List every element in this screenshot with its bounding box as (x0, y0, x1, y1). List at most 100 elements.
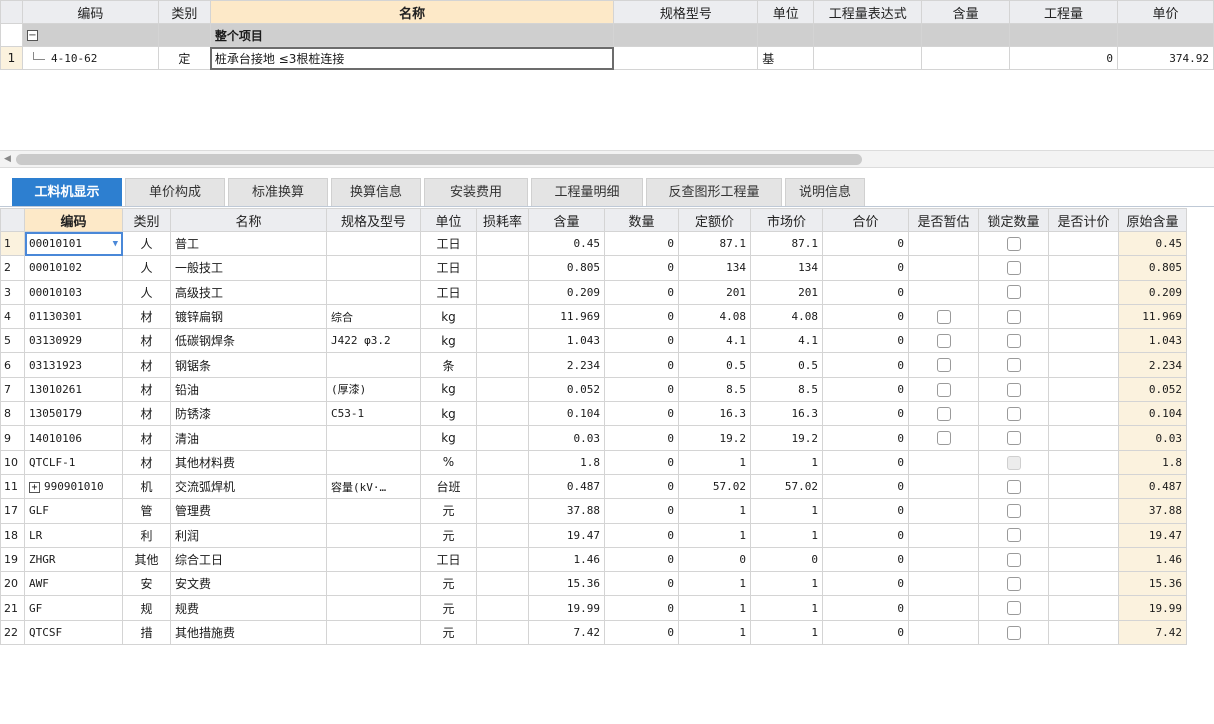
cell-quota[interactable]: 4.1 (678, 328, 751, 354)
cell-loss[interactable] (476, 279, 529, 305)
cell-content[interactable]: 7.42 (528, 619, 605, 646)
cell-original-content[interactable]: 0.209 (1118, 279, 1187, 305)
cell-loss[interactable] (476, 401, 529, 427)
cell-market[interactable]: 19.2 (750, 425, 823, 451)
cell-code[interactable]: 13010261 (24, 376, 123, 403)
cell-qty[interactable]: 0 (604, 401, 679, 427)
cell-original-content[interactable]: 11.969 (1118, 303, 1187, 330)
cell-unit[interactable]: kg (420, 376, 477, 403)
lock-quantity-checkbox[interactable] (1006, 334, 1021, 349)
cell-name[interactable]: 防锈漆 (170, 401, 327, 427)
cell-spec[interactable] (326, 449, 421, 475)
expand-icon[interactable]: + (29, 481, 40, 493)
cell-priced[interactable] (1048, 571, 1119, 597)
header-quota-price[interactable]: 定额价 (678, 208, 751, 232)
cell-quota[interactable]: 0.5 (678, 352, 751, 378)
top-header-spec[interactable]: 规格型号 (613, 0, 759, 24)
cell-quota[interactable]: 1 (678, 595, 751, 621)
provisional-checkbox[interactable] (936, 309, 951, 324)
cell-market[interactable]: 87.1 (750, 230, 823, 257)
resource-row[interactable]: 4 01130301 材 镀锌扁钢 综合 kg 11.969 0 4.08 4.08 0 11.969 (0, 303, 1187, 330)
cell-quota[interactable]: 1 (678, 619, 751, 646)
collapse-icon[interactable]: − (26, 30, 38, 41)
cell-loss[interactable] (476, 376, 529, 403)
cell-loss[interactable] (476, 498, 529, 524)
cell-qty[interactable]: 0 (604, 498, 679, 524)
cell-code[interactable]: QTCLF-1 (24, 449, 123, 475)
quota-code-cell[interactable]: 4-10-62 (21, 46, 159, 70)
cell-original-content[interactable]: 0.805 (1118, 255, 1187, 281)
top-header-expr[interactable]: 工程量表达式 (813, 0, 923, 24)
cell-quota[interactable]: 19.2 (678, 425, 751, 451)
resource-row[interactable]: 3 00010103 人 高级技工 工日 0.209 0 201 201 0 0.209 (0, 279, 1187, 305)
cell-market[interactable]: 1 (750, 571, 823, 597)
cell-priced[interactable] (1048, 473, 1119, 500)
header-lock-quantity[interactable]: 锁定数量 (978, 208, 1049, 232)
cell-total[interactable]: 0 (822, 230, 909, 257)
cell-type[interactable]: 人 (122, 230, 171, 257)
cell-code[interactable]: 03130929 (24, 328, 123, 354)
scrollbar-thumb[interactable] (16, 154, 862, 165)
cell-type[interactable]: 利 (122, 522, 171, 548)
cell-spec[interactable]: 容量(kV·… (326, 473, 421, 500)
cell-original-content[interactable]: 0.45 (1118, 230, 1187, 257)
cell-total[interactable]: 0 (822, 328, 909, 354)
top-header-name[interactable]: 名称 (209, 0, 615, 24)
cell-content[interactable]: 0.052 (528, 376, 605, 403)
cell-qty[interactable]: 0 (604, 595, 679, 621)
cell-unit[interactable]: 元 (420, 595, 477, 621)
cell-type[interactable]: 措 (122, 619, 171, 646)
row-number[interactable]: 11 (0, 473, 25, 500)
row-number[interactable]: 1 (0, 230, 25, 257)
resource-row[interactable]: 18 LR 利 利润 元 19.47 0 1 1 0 19.47 (0, 522, 1187, 548)
cell-name[interactable]: 钢锯条 (170, 352, 327, 378)
cell-quota[interactable]: 87.1 (678, 230, 751, 257)
cell-quota[interactable]: 134 (678, 255, 751, 281)
resource-row[interactable]: 19 ZHGR 其他 综合工日 工日 1.46 0 0 0 0 1.46 (0, 546, 1187, 573)
cell-priced[interactable] (1048, 401, 1119, 427)
cell-type[interactable]: 材 (122, 352, 171, 378)
lock-quantity-checkbox[interactable] (1006, 431, 1021, 446)
cell-loss[interactable] (476, 619, 529, 646)
row-number[interactable]: 9 (0, 425, 25, 451)
lock-quantity-checkbox[interactable] (1006, 479, 1021, 494)
cell-unit[interactable]: 工日 (420, 279, 477, 305)
cell-original-content[interactable]: 37.88 (1118, 498, 1187, 524)
provisional-checkbox[interactable] (936, 431, 951, 446)
cell-market[interactable]: 4.08 (750, 303, 823, 330)
cell-type[interactable]: 其他 (122, 546, 171, 573)
lock-quantity-checkbox[interactable] (1006, 577, 1021, 592)
lock-quantity-checkbox[interactable] (1006, 285, 1021, 300)
resource-row[interactable]: 5 03130929 材 低碳钢焊条 J422 φ3.2 kg 1.043 0 4.1 4.1 0 1… (0, 328, 1187, 354)
cell-market[interactable]: 57.02 (750, 473, 823, 500)
cell-content[interactable]: 15.36 (528, 571, 605, 597)
cell-name[interactable]: 清油 (170, 425, 327, 451)
cell-name[interactable]: 规费 (170, 595, 327, 621)
row-number[interactable]: 19 (0, 546, 25, 573)
cell-priced[interactable] (1048, 376, 1119, 403)
cell-market[interactable]: 0.5 (750, 352, 823, 378)
resource-row[interactable]: 9 14010106 材 清油 kg 0.03 0 19.2 19.2 0 0.03 (0, 425, 1187, 451)
cell-market[interactable]: 134 (750, 255, 823, 281)
cell-spec[interactable] (326, 352, 421, 378)
cell-unit[interactable]: kg (420, 303, 477, 330)
resource-row[interactable]: 17 GLF 管 管理费 元 37.88 0 1 1 0 37.88 (0, 498, 1187, 524)
cell-loss[interactable] (476, 449, 529, 475)
cell-code[interactable]: GF (24, 595, 123, 621)
quota-spec[interactable] (613, 46, 759, 70)
cell-quota[interactable]: 16.3 (678, 401, 751, 427)
cell-code[interactable]: ZHGR (24, 546, 123, 573)
cell-market[interactable]: 1 (750, 619, 823, 646)
cell-type[interactable]: 管 (122, 498, 171, 524)
cell-loss[interactable] (476, 473, 529, 500)
cell-name[interactable]: 高级技工 (170, 279, 327, 305)
provisional-checkbox[interactable] (936, 382, 951, 397)
cell-original-content[interactable]: 0.03 (1118, 425, 1187, 451)
cell-spec[interactable] (326, 255, 421, 281)
cell-name[interactable]: 管理费 (170, 498, 327, 524)
lock-quantity-checkbox[interactable] (1006, 382, 1021, 397)
provisional-checkbox[interactable] (936, 406, 951, 421)
cell-total[interactable]: 0 (822, 425, 909, 451)
cell-qty[interactable]: 0 (604, 546, 679, 573)
cell-type[interactable]: 材 (122, 425, 171, 451)
